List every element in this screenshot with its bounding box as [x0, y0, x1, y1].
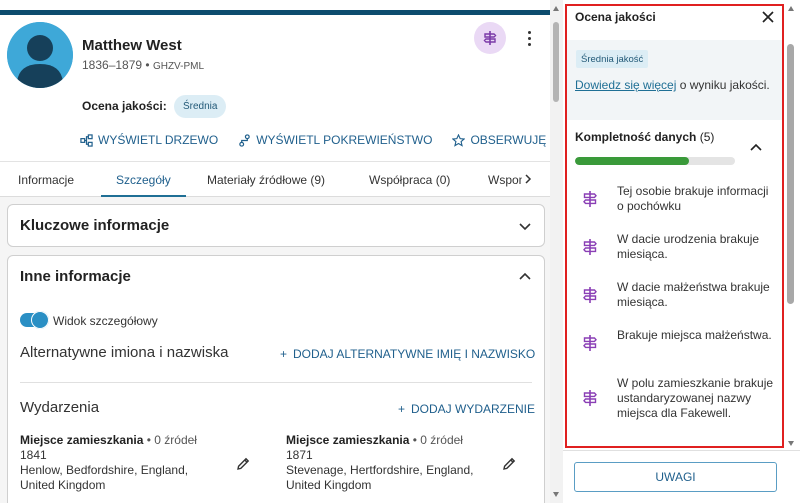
edit-pencil-icon[interactable] [235, 456, 251, 472]
event-type: Miejsce zamieszkania [20, 433, 144, 447]
separator: • [142, 58, 153, 72]
close-icon[interactable] [761, 10, 775, 24]
add-alt-name-button[interactable]: + DODAJ ALTERNATYWNE IMIĘ I NAZWISKO [280, 347, 535, 361]
panel-title: Ocena jakości [575, 10, 656, 24]
signpost-icon [581, 389, 599, 407]
scroll-up-icon[interactable] [788, 6, 794, 11]
quality-level-badge: Średnia jakość [576, 50, 649, 68]
more-options-icon[interactable] [522, 26, 536, 50]
chevron-down-icon[interactable] [518, 219, 532, 233]
quality-badge[interactable]: Średnia [174, 95, 227, 118]
quality-label: Ocena jakości: [82, 99, 167, 113]
tab-collaboration[interactable]: Współpraca (0) [369, 162, 450, 197]
signpost-icon [483, 31, 497, 45]
signpost-icon [581, 190, 599, 208]
completeness-heading[interactable]: Kompletność danych (5) [575, 130, 714, 144]
scrollbar-thumb[interactable] [553, 22, 559, 102]
completeness-title: Kompletność danych [575, 130, 697, 144]
view-tree-label: WYŚWIETL DRZEWO [98, 133, 219, 147]
learn-more-link[interactable]: Dowiedz się więcej [575, 78, 676, 92]
quality-info-box: Średnia jakość Dowiedz się więcej o wyni… [567, 40, 782, 120]
view-relationship-label: WYŚWIETL POKREWIEŃSTWO [256, 133, 433, 147]
tab-bar: Informacje Szczegóły Materiały źródłowe … [0, 161, 550, 198]
chevron-up-icon[interactable] [749, 141, 763, 155]
event-sources: • 0 źródeł [143, 433, 197, 447]
event-place: Stevenage, Hertfordshire, England, [286, 463, 474, 477]
main-scrollbar[interactable] [550, 0, 563, 503]
quality-panel: Ocena jakości Średnia jakość Dowiedz się… [563, 0, 800, 503]
person-actions: WYŚWIETL DRZEWO WYŚWIETL POKREWIEŃSTWO O… [80, 131, 546, 149]
completeness-count: (5) [696, 130, 715, 144]
event-place: Henlow, Bedfordshire, England, [20, 463, 189, 477]
add-event-button[interactable]: + DODAJ WYDARZENIE [398, 402, 535, 416]
event-place: United Kingdom [20, 478, 106, 492]
completeness-progress-bar [575, 157, 735, 165]
event-place: United Kingdom [286, 478, 372, 492]
events-title: Wydarzenia [20, 399, 100, 416]
event-item: Miejsce zamieszkania • 0 źródeł 1841 Hen… [20, 433, 197, 493]
other-info-card: Inne informacje Widok szczegółowy Altern… [7, 255, 545, 503]
issue-text: W dacie małżeństwa brakuje miesiąca. [617, 280, 770, 309]
tab-sources[interactable]: Materiały źródłowe (9) [207, 162, 325, 197]
chevron-up-icon[interactable] [518, 270, 532, 284]
plus-icon: + [280, 347, 288, 361]
edit-pencil-icon[interactable] [501, 456, 517, 472]
issue-text: W polu zamieszkanie brakuje ustandaryzow… [617, 376, 774, 420]
detail-view-label: Widok szczegółowy [53, 314, 158, 328]
learn-more-text: Dowiedz się więcej o wyniku jakości. [575, 77, 775, 94]
event-year: 1841 [20, 448, 47, 462]
event-item: Miejsce zamieszkania • 0 źródeł 1871 Ste… [286, 433, 473, 493]
top-accent-bar [0, 10, 550, 15]
event-year: 1871 [286, 448, 313, 462]
tree-icon [80, 133, 93, 147]
issue-text: Tej osobie brakuje informacji o pochówku [617, 184, 769, 213]
person-page: Matthew West 1836–1879 • GHZV-PML Ocena … [0, 0, 550, 503]
event-sources: • 0 źródeł [409, 433, 463, 447]
alt-names-title: Alternatywne imiona i nazwiska [20, 344, 229, 361]
details-content: Kluczowe informacje Inne informacje Wido… [0, 197, 550, 503]
research-helper-button[interactable] [474, 22, 506, 54]
lifespan: 1836–1879 [82, 58, 143, 72]
signpost-icon [581, 334, 599, 352]
star-icon [452, 133, 466, 147]
avatar [7, 22, 73, 88]
view-tree-button[interactable]: WYŚWIETL DRZEWO [80, 131, 218, 149]
signpost-icon [581, 238, 599, 256]
key-info-title: Kluczowe informacje [20, 217, 170, 234]
issue-text: W dacie urodzenia brakuje miesiąca. [617, 232, 760, 261]
progress-fill [575, 157, 689, 165]
scroll-down-icon[interactable] [553, 492, 559, 497]
person-id: GHZV-PML [152, 61, 205, 72]
follow-button[interactable]: OBSERWUJĘ [452, 131, 546, 149]
event-type: Miejsce zamieszkania [286, 433, 410, 447]
feedback-button[interactable]: UWAGI [574, 462, 777, 492]
panel-scrollbar[interactable] [784, 4, 798, 448]
person-silhouette-icon [7, 22, 73, 88]
key-info-card[interactable]: Kluczowe informacje [7, 204, 545, 247]
divider [20, 382, 532, 383]
follow-label: OBSERWUJĘ [470, 133, 547, 147]
person-name: Matthew West [82, 37, 182, 54]
issue-text: Brakuje miejsca małżeństwa. [617, 328, 772, 342]
tab-details[interactable]: Szczegóły [101, 162, 186, 198]
scroll-up-icon[interactable] [553, 6, 559, 11]
view-relationship-button[interactable]: WYŚWIETL POKREWIEŃSTWO [238, 131, 432, 149]
scrollbar-thumb[interactable] [787, 44, 794, 304]
other-info-title: Inne informacje [20, 268, 131, 285]
add-event-label: DODAJ WYDARZENIE [411, 402, 536, 416]
tabs-scroll-right-icon[interactable] [522, 173, 534, 185]
learn-more-rest: o wyniku jakości. [676, 78, 770, 92]
relationship-icon [239, 133, 250, 147]
panel-footer: UWAGI [563, 450, 800, 503]
person-subline: 1836–1879 • GHZV-PML [82, 58, 204, 72]
scroll-down-icon[interactable] [788, 441, 794, 446]
add-alt-name-label: DODAJ ALTERNATYWNE IMIĘ I NAZWISKO [293, 347, 536, 361]
tab-info[interactable]: Informacje [18, 162, 74, 197]
detail-view-toggle[interactable] [20, 311, 49, 329]
signpost-icon [581, 286, 599, 304]
plus-icon: + [398, 402, 406, 416]
